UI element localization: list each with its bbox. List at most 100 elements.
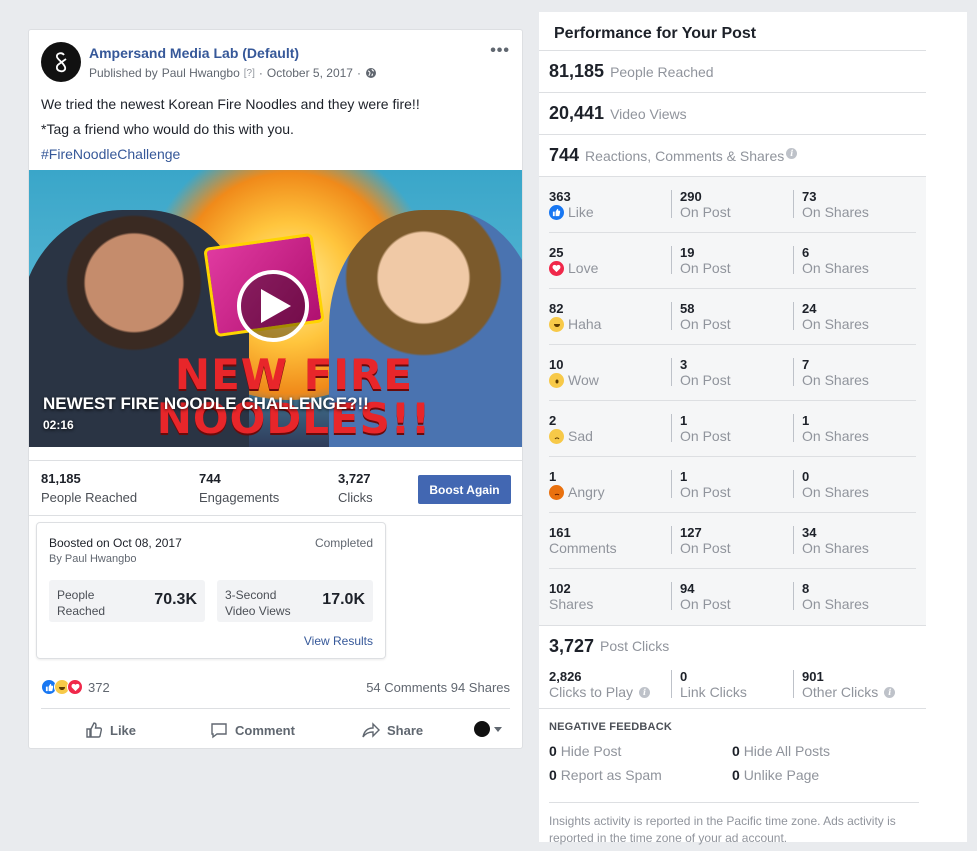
play-button[interactable] (237, 270, 309, 342)
reaction-breakdown: 363 Like 290 On Post 73 On Shares 25 Lov… (539, 176, 926, 625)
on-post-column: 1 On Post (671, 413, 731, 444)
comment-button[interactable]: Comment (210, 721, 295, 739)
page-name-link[interactable]: Ampersand Media Lab (Default) (89, 45, 299, 61)
metric-label-line-1: 3-Second (225, 588, 277, 602)
panel-title: Performance for Your Post (554, 25, 757, 42)
love-breakdown-row: 25 Love 19 On Post 6 On Shares (549, 233, 916, 289)
on-shares-column: 7 On Shares (793, 358, 869, 388)
stat-value: 81,185 (41, 471, 81, 486)
hide-post-value: 0 (549, 743, 557, 759)
video-caption: NEWEST FIRE NOODLE CHALLENGE?!! (43, 394, 369, 413)
total-value: 1 (549, 469, 557, 484)
on-post-column: 3 On Post (671, 357, 731, 388)
on-post-value: 290 (680, 189, 702, 204)
post-date[interactable]: October 5, 2017 (267, 66, 353, 80)
share-icon (362, 722, 380, 738)
hide-all-label: Hide All Posts (743, 743, 831, 759)
hashtag-link[interactable]: #FireNoodleChallenge (41, 142, 510, 167)
chevron-down-icon (494, 726, 502, 732)
stat-label: Engagements (199, 490, 280, 505)
wow-breakdown-row: 10 Wow 3 On Post 7 On Shares (549, 345, 916, 401)
account-selector[interactable] (474, 721, 502, 737)
angry-breakdown-row: 1 Angry 1 On Post 0 On Shares (549, 457, 916, 513)
share-label: Share (387, 722, 424, 738)
clicks-value: 2,826 (549, 669, 582, 684)
on-post-label: On Post (680, 484, 731, 500)
on-shares-column: 24 On Shares (793, 302, 869, 332)
clicks-breakdown: 2,826 Clicks to Play i 0 Link Clicks 901 … (549, 666, 916, 708)
total-value: 25 (549, 245, 564, 260)
metric-label-line-2: Video Views (225, 604, 291, 618)
hide-all-posts-stat: 0 Hide All Posts (732, 743, 830, 759)
published-by-label: Published by (89, 66, 158, 80)
post-header: Ampersand Media Lab (Default) Published … (41, 42, 510, 84)
info-icon[interactable]: i (639, 686, 651, 698)
on-shares-label: On Shares (802, 484, 869, 500)
metric-label-line-1: People (57, 588, 95, 602)
on-post-column: 94 On Post (671, 581, 731, 612)
clicks-label-text: Other Clicks (802, 684, 879, 700)
info-icon[interactable]: i (884, 686, 896, 698)
info-icon[interactable]: i (786, 147, 798, 159)
like-button[interactable]: Like (85, 721, 136, 739)
metric-label-line-2: Reached (57, 604, 106, 618)
total-value: 363 (549, 189, 571, 204)
on-post-label: On Post (680, 596, 731, 612)
reaction-name-text: Shares (549, 596, 594, 612)
on-post-value: 58 (680, 301, 695, 316)
comments-breakdown-row: 161 Comments 127 On Post 34 On Shares (549, 513, 916, 569)
like-label: Like (110, 722, 137, 738)
author-link[interactable]: Paul Hwangbo (162, 66, 240, 80)
on-post-label: On Post (680, 428, 731, 444)
more-options-icon[interactable]: ••• (490, 42, 510, 60)
reaction-icons[interactable] (41, 679, 83, 695)
help-marker[interactable]: [?] (244, 68, 255, 79)
stat-label: Clicks (338, 490, 373, 505)
boost-summary-card: Boosted on Oct 08, 2017 By Paul Hwangbo … (36, 522, 386, 659)
timezone-footnote: Insights activity is reported in the Pac… (549, 802, 919, 847)
total-column: 102 Shares (549, 582, 594, 613)
post-clicks-header: 3,727 Post Clicks (549, 626, 916, 666)
unlike-page-stat: 0 Unlike Page (732, 767, 819, 783)
metric-video-views: 3-Second Video Views 17.0K (217, 580, 373, 622)
on-post-column: 127 On Post (671, 526, 731, 556)
views-value: 20,441 (549, 103, 605, 123)
on-shares-column: 1 On Shares (793, 414, 869, 444)
reaction-name-text: Comments (549, 540, 617, 556)
views-label: Video Views (610, 105, 687, 122)
view-results-link[interactable]: View Results (304, 634, 373, 648)
reaction-name-text: Like (568, 204, 594, 220)
on-post-label: On Post (680, 204, 731, 220)
boost-author: By Paul Hwangbo (49, 553, 137, 565)
comments-shares-count[interactable]: 54 Comments 94 Shares (366, 680, 510, 695)
reaction-name: Love (549, 260, 598, 276)
comment-label: Comment (235, 722, 295, 738)
negative-feedback-title: NEGATIVE FEEDBACK (549, 721, 672, 733)
video-thumbnail[interactable]: NEW FIRE NOODLES!! NEWEST FIRE NOODLE CH… (29, 170, 522, 447)
post-text-line-2: *Tag a friend who would do this with you… (41, 121, 294, 137)
reactions-count[interactable]: 372 (88, 680, 110, 695)
on-post-column: 1 On Post (671, 470, 731, 500)
boost-status: Completed (314, 536, 373, 550)
on-shares-label: On Shares (802, 204, 869, 220)
negative-feedback-section: NEGATIVE FEEDBACK 0 Hide Post 0 Hide All… (539, 708, 926, 792)
page-avatar[interactable] (41, 42, 81, 82)
comment-icon (211, 723, 227, 739)
reaction-name-text: Sad (568, 428, 593, 444)
on-post-value: 3 (680, 357, 688, 372)
metric-label: People Reached (57, 587, 105, 619)
like-breakdown-row: 363 Like 290 On Post 73 On Shares (549, 177, 916, 233)
share-button[interactable]: Share (362, 721, 423, 739)
on-post-value: 94 (680, 581, 695, 596)
boost-again-button[interactable]: Boost Again (418, 475, 511, 504)
video-views-row: 20,441 Video Views (539, 92, 926, 134)
on-post-value: 1 (680, 413, 688, 428)
stat-label: People Reached (41, 490, 138, 505)
ampersand-logo-icon (55, 52, 67, 73)
clicks-value: 901 (802, 669, 824, 684)
engagement-label-text: Reactions, Comments & Shares (585, 147, 785, 164)
like-icon (549, 204, 564, 220)
on-shares-column: 73 On Shares (793, 190, 869, 220)
on-shares-value: 0 (802, 469, 810, 484)
clicks-label-text: Link Clicks (680, 684, 747, 700)
